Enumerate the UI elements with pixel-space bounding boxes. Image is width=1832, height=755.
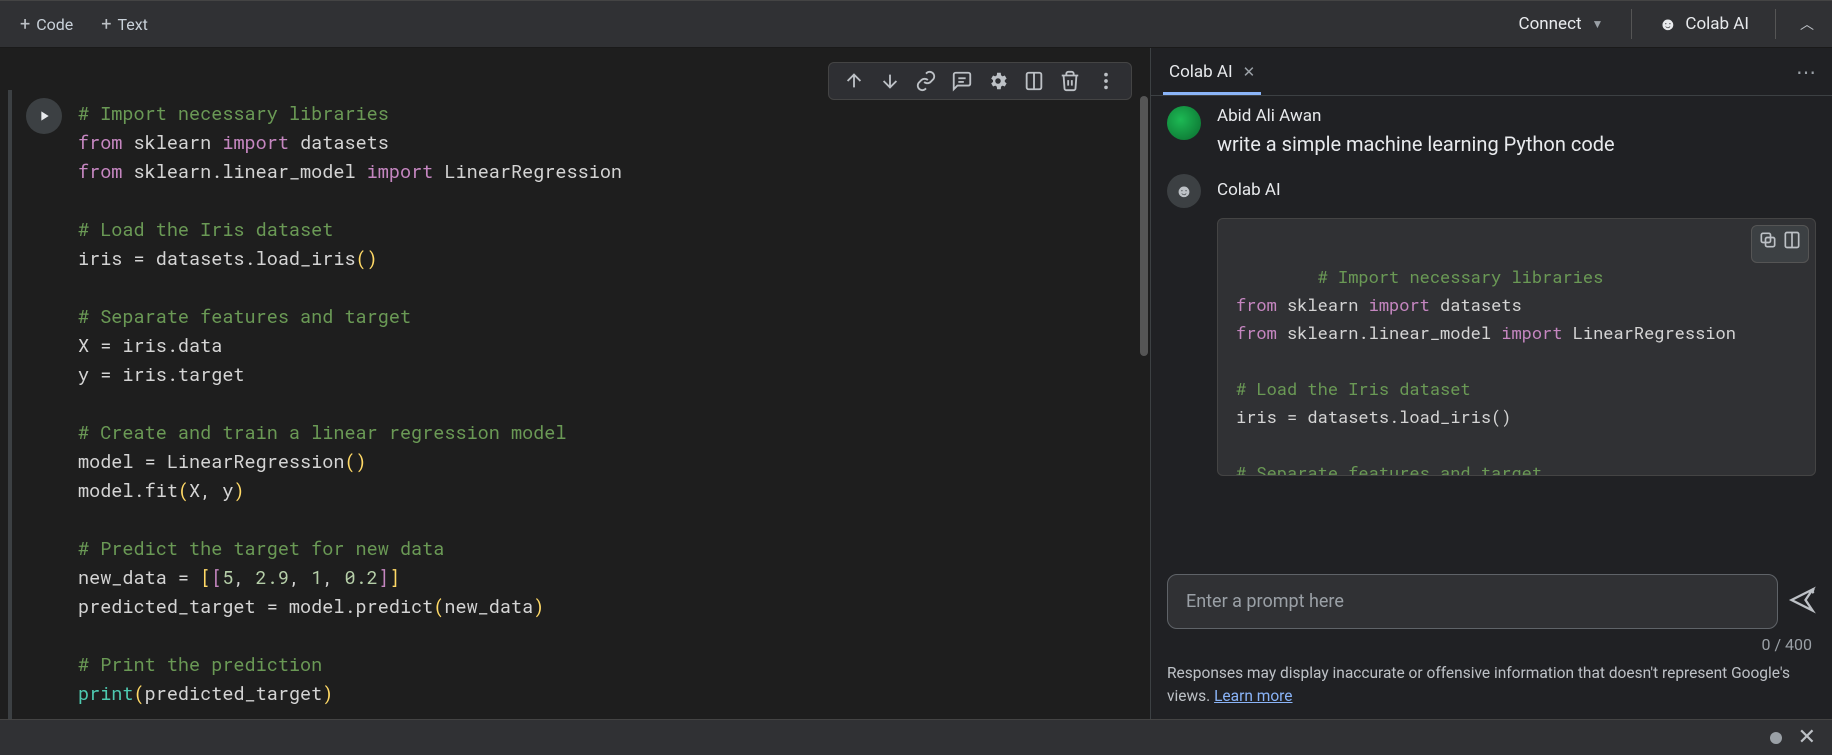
add-text-label: Text: [117, 15, 147, 34]
connect-button[interactable]: Connect ▼: [1505, 8, 1618, 40]
connect-label: Connect: [1519, 14, 1582, 34]
status-dot-icon: [1770, 732, 1782, 744]
robot-icon: ☻: [1175, 181, 1194, 202]
chevron-down-icon: ▼: [1592, 17, 1604, 31]
copy-button[interactable]: [1758, 230, 1778, 258]
send-icon: [1788, 586, 1816, 614]
tab-colab-ai[interactable]: Colab AI ✕: [1163, 52, 1261, 95]
cell-toolbar: [828, 62, 1132, 100]
close-icon[interactable]: ✕: [1243, 63, 1256, 81]
status-bar: ✕: [0, 719, 1832, 755]
plus-icon: +: [101, 14, 111, 35]
add-code-button[interactable]: + Code: [8, 8, 85, 41]
close-icon[interactable]: ✕: [1798, 725, 1816, 750]
collapse-header-button[interactable]: ︿: [1790, 8, 1824, 40]
learn-more-link[interactable]: Learn more: [1214, 687, 1292, 705]
char-counter: 0 / 400: [1151, 631, 1832, 660]
disclaimer: Responses may display inaccurate or offe…: [1151, 660, 1832, 719]
user-name: Abid Ali Awan: [1217, 106, 1615, 126]
add-text-button[interactable]: + Text: [89, 8, 160, 41]
separator: [1631, 9, 1632, 39]
notebook-pane: # Import necessary libraries from sklear…: [0, 48, 1150, 719]
plus-icon: +: [20, 14, 30, 35]
comment-button[interactable]: [951, 70, 973, 92]
ai-input-row: Enter a prompt here: [1151, 564, 1832, 631]
robot-icon: ☻: [1658, 14, 1677, 35]
notebook-toolbar: + Code + Text Connect ▼ ☻ Colab AI ︿: [0, 0, 1832, 48]
placeholder-text: Enter a prompt here: [1186, 591, 1344, 612]
settings-button[interactable]: [987, 70, 1009, 92]
more-button[interactable]: [1095, 70, 1117, 92]
code-editor[interactable]: # Import necessary libraries from sklear…: [78, 100, 1138, 709]
tab-label: Colab AI: [1169, 62, 1233, 82]
ai-tab-bar: Colab AI ✕ ⋯: [1151, 48, 1832, 96]
colab-ai-button[interactable]: ☻ Colab AI: [1646, 8, 1761, 41]
scrollbar[interactable]: [1140, 96, 1148, 356]
colab-ai-label: Colab AI: [1685, 14, 1749, 34]
user-message: Abid Ali Awan write a simple machine lea…: [1167, 106, 1816, 156]
user-text: write a simple machine learning Python c…: [1217, 132, 1615, 156]
prompt-input[interactable]: Enter a prompt here: [1167, 574, 1778, 629]
send-button[interactable]: [1788, 586, 1816, 618]
mirror-button[interactable]: [1023, 70, 1045, 92]
link-button[interactable]: [915, 70, 937, 92]
move-down-button[interactable]: [879, 70, 901, 92]
avatar: ☻: [1167, 174, 1201, 208]
ai-conversation: Abid Ali Awan write a simple machine lea…: [1151, 96, 1832, 564]
colab-ai-pane: Colab AI ✕ ⋯ Abid Ali Awan write a simpl…: [1150, 48, 1832, 719]
code-cell[interactable]: # Import necessary libraries from sklear…: [8, 90, 1138, 719]
play-icon: [36, 108, 52, 124]
bot-message: ☻ Colab AI: [1167, 174, 1816, 208]
more-button[interactable]: ⋯: [1796, 60, 1818, 84]
main-area: # Import necessary libraries from sklear…: [0, 48, 1832, 719]
move-up-button[interactable]: [843, 70, 865, 92]
insert-to-cell-button[interactable]: [1782, 230, 1802, 258]
avatar: [1167, 106, 1201, 140]
delete-button[interactable]: [1059, 70, 1081, 92]
separator: [1775, 9, 1776, 39]
add-code-label: Code: [36, 15, 73, 34]
chevron-up-icon: ︿: [1800, 17, 1814, 33]
run-cell-button[interactable]: [26, 98, 62, 134]
ai-code-card: # Import necessary libraries from sklear…: [1217, 218, 1816, 476]
bot-name: Colab AI: [1217, 174, 1281, 208]
